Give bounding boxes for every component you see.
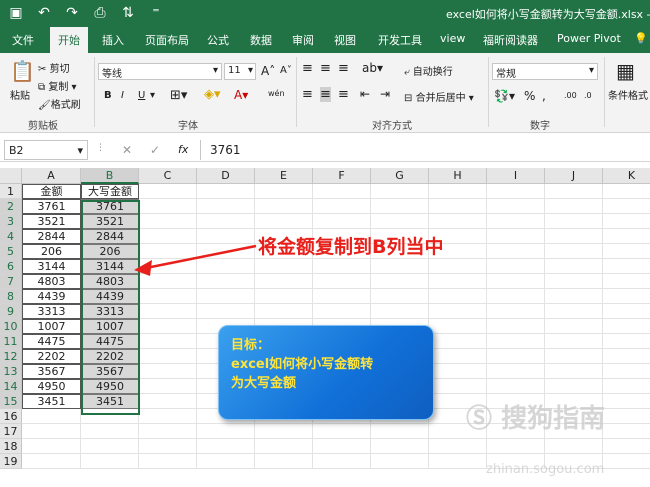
sogou-icon: Ⓢ (466, 404, 493, 434)
arrow-head (134, 260, 152, 276)
annotation-text: 将金额复制到B列当中 (258, 236, 444, 258)
goal-callout: 目标： excel如何将小写金额转 为大写金额 (218, 325, 434, 420)
watermark-logo: Ⓢ 搜狗指南 (466, 404, 606, 434)
arrow-line (145, 244, 257, 270)
callout-line-2: excel如何将小写金额转 (231, 357, 374, 372)
callout-line-1: 目标： (231, 338, 271, 353)
callout-line-3: 为大写金额 (231, 376, 297, 391)
watermark-url: zhinan.sogou.com (486, 462, 605, 477)
